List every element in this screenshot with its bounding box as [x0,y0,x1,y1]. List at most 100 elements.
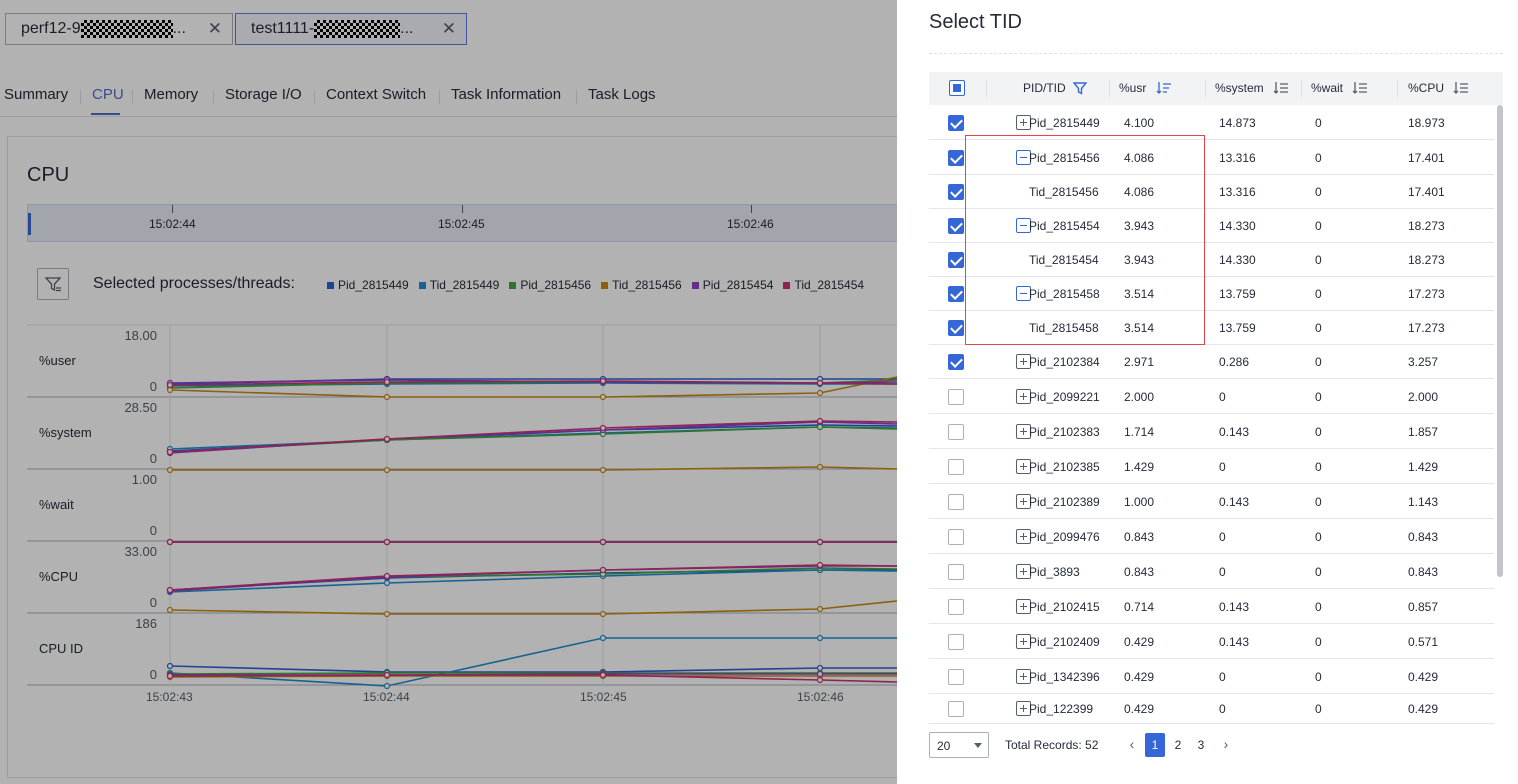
cell-id: Pid_2815458 [1029,287,1100,301]
cell-wait: 0 [1315,151,1322,165]
cell-usr: 1.429 [1124,460,1155,474]
cell-usr: 4.086 [1124,185,1155,199]
cell-system: 13.759 [1219,321,1256,335]
row-checkbox[interactable] [948,634,964,650]
table-row[interactable]: Pid_2102384 2.971 0.286 0 3.257 [929,345,1494,379]
cell-system: 13.316 [1219,151,1256,165]
cell-id: Pid_2099476 [1029,530,1100,544]
cell-id: Pid_122399 [1029,702,1094,716]
cell-cpu: 0.843 [1408,530,1439,544]
cell-usr: 3.514 [1124,287,1155,301]
next-page-icon[interactable]: › [1219,733,1233,757]
cell-cpu: 3.257 [1408,355,1439,369]
table-row[interactable]: Pid_2815454 3.943 14.330 0 18.273 [929,209,1494,243]
cell-cpu: 0.857 [1408,600,1439,614]
sort-icon[interactable] [1352,81,1368,95]
row-checkbox[interactable] [948,320,964,336]
page-button-2[interactable]: 2 [1168,733,1188,757]
row-checkbox[interactable] [948,218,964,234]
drawer-title: Select TID [929,11,1022,33]
cell-id: Pid_2102383 [1029,425,1100,439]
table-row[interactable]: Pid_2815449 4.100 14.873 0 18.973 [929,105,1494,140]
row-checkbox[interactable] [948,184,964,200]
table-scrollbar[interactable] [1497,105,1503,577]
row-checkbox[interactable] [948,669,964,685]
column-header-pid-tid[interactable]: PID/TID [1023,72,1088,105]
row-checkbox[interactable] [948,424,964,440]
cell-usr: 2.971 [1124,355,1155,369]
cell-wait: 0 [1315,390,1322,404]
row-checkbox[interactable] [948,599,964,615]
cell-cpu: 18.273 [1408,253,1445,267]
cell-usr: 4.100 [1124,116,1155,130]
row-checkbox[interactable] [948,389,964,405]
filter-icon[interactable] [1072,81,1088,95]
row-checkbox[interactable] [948,459,964,475]
table-row[interactable]: Tid_2815454 3.943 14.330 0 18.273 [929,243,1494,277]
row-checkbox[interactable] [948,494,964,510]
table-row[interactable]: Pid_2102409 0.429 0.143 0 0.571 [929,624,1494,659]
table-row[interactable]: Pid_3893 0.843 0 0 0.843 [929,554,1494,589]
modal-overlay[interactable] [0,0,897,784]
column-header-system[interactable]: %system [1215,72,1289,105]
cell-system: 14.873 [1219,116,1256,130]
table-header: PID/TID %usr %system %wait %CPU [929,72,1503,105]
cell-system: 0.143 [1219,600,1250,614]
cell-wait: 0 [1315,116,1322,130]
table-row[interactable]: Pid_2099476 0.843 0 0 0.843 [929,519,1494,554]
cell-wait: 0 [1315,600,1322,614]
row-checkbox[interactable] [948,701,964,717]
page-button-1[interactable]: 1 [1145,733,1165,757]
cell-system: 0 [1219,702,1226,716]
column-header-cpu[interactable]: %CPU [1408,72,1469,105]
table-row[interactable]: Tid_2815456 4.086 13.316 0 17.401 [929,175,1494,209]
sort-icon[interactable] [1453,81,1469,95]
cell-system: 0.143 [1219,495,1250,509]
cell-id: Pid_2102415 [1029,600,1100,614]
cell-system: 0 [1219,530,1226,544]
table-row[interactable]: Pid_2102385 1.429 0 0 1.429 [929,449,1494,484]
column-header-usr[interactable]: %usr [1119,72,1172,105]
row-checkbox[interactable] [948,564,964,580]
sort-desc-icon[interactable] [1156,81,1172,95]
row-checkbox[interactable] [948,354,964,370]
cell-usr: 3.943 [1124,253,1155,267]
cell-cpu: 1.857 [1408,425,1439,439]
cell-id: Pid_2815456 [1029,151,1100,165]
column-header-wait[interactable]: %wait [1311,72,1368,105]
cell-usr: 0.429 [1124,702,1155,716]
row-checkbox[interactable] [948,150,964,166]
table-row[interactable]: Pid_1342396 0.429 0 0 0.429 [929,659,1494,694]
table-row[interactable]: Tid_2815458 3.514 13.759 0 17.273 [929,311,1494,345]
table-row[interactable]: Pid_2102415 0.714 0.143 0 0.857 [929,589,1494,624]
cell-system: 0 [1219,390,1226,404]
cell-system: 13.759 [1219,287,1256,301]
prev-page-icon[interactable]: ‹ [1125,733,1139,757]
table-row[interactable]: Pid_2099221 2.000 0 0 2.000 [929,379,1494,414]
cell-cpu: 2.000 [1408,390,1439,404]
cell-cpu: 17.401 [1408,185,1445,199]
row-checkbox[interactable] [948,286,964,302]
page-button-3[interactable]: 3 [1191,733,1211,757]
table-row[interactable]: Pid_2815456 4.086 13.316 0 17.401 [929,140,1494,175]
cell-cpu: 0.429 [1408,702,1439,716]
cell-wait: 0 [1315,460,1322,474]
row-checkbox[interactable] [948,252,964,268]
table-row[interactable]: Pid_2815458 3.514 13.759 0 17.273 [929,277,1494,311]
row-checkbox[interactable] [948,115,964,131]
table-row[interactable]: Pid_2102383 1.714 0.143 0 1.857 [929,414,1494,449]
cell-cpu: 1.143 [1408,495,1439,509]
cell-cpu: 0.429 [1408,670,1439,684]
row-checkbox[interactable] [948,529,964,545]
select-all-checkbox[interactable] [949,80,965,96]
select-tid-drawer: Select TID PID/TID %usr %system %wait %C… [897,0,1518,784]
page-size-select[interactable]: 20 [929,732,989,758]
table-row[interactable]: Pid_2102389 1.000 0.143 0 1.143 [929,484,1494,519]
table-row[interactable]: Pid_122399 0.429 0 0 0.429 [929,694,1494,724]
cell-id: Pid_2102384 [1029,355,1100,369]
cell-wait: 0 [1315,530,1322,544]
cell-usr: 3.514 [1124,321,1155,335]
cell-id: Pid_1342396 [1029,670,1100,684]
sort-icon[interactable] [1273,81,1289,95]
cell-cpu: 17.401 [1408,151,1445,165]
